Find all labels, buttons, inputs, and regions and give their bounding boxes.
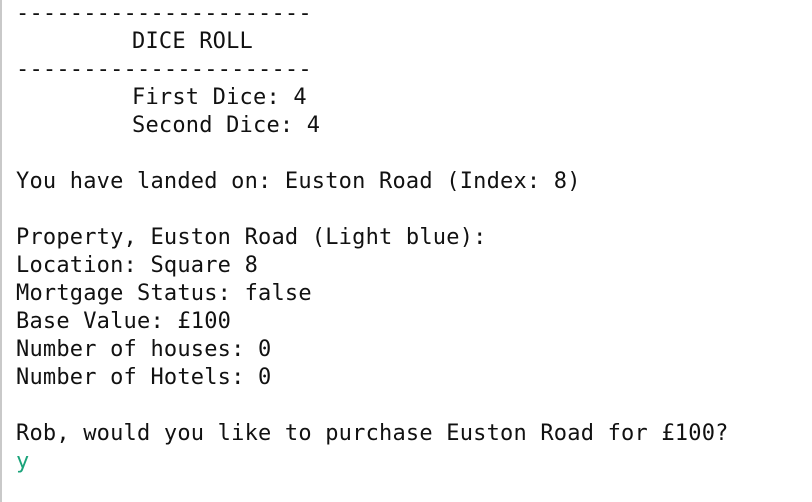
console-lines: ---------------------- DICE ROLL -------… bbox=[16, 0, 729, 476]
console-output: ---------------------- DICE ROLL -------… bbox=[0, 0, 812, 502]
property-title: Property, Euston Road (Light blue): bbox=[16, 225, 487, 250]
divider-top: ---------------------- bbox=[16, 1, 312, 26]
divider-bottom: ---------------------- bbox=[16, 57, 312, 82]
property-location: Location: Square 8 bbox=[16, 253, 259, 278]
number-of-houses: Number of houses: 0 bbox=[16, 337, 272, 362]
purchase-prompt: Rob, would you like to purchase Euston R… bbox=[16, 421, 729, 446]
user-input-echo[interactable]: y bbox=[16, 448, 729, 476]
second-dice: Second Dice: 4 bbox=[132, 113, 321, 138]
number-of-hotels: Number of Hotels: 0 bbox=[16, 365, 272, 390]
landed-on-message: You have landed on: Euston Road (Index: … bbox=[16, 169, 581, 194]
mortgage-status: Mortgage Status: false bbox=[16, 281, 312, 306]
first-dice: First Dice: 4 bbox=[132, 85, 307, 110]
base-value: Base Value: £100 bbox=[16, 309, 232, 334]
dice-roll-heading: DICE ROLL bbox=[132, 29, 254, 54]
